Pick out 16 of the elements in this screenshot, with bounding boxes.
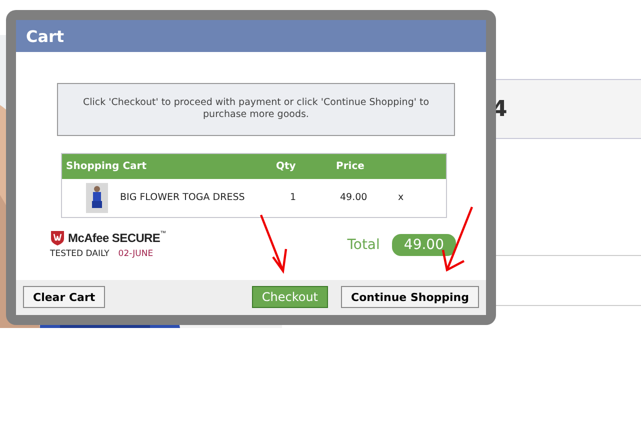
- info-message: Click 'Checkout' to proceed with payment or click 'Continue Shopping' to purchase more goods.: [57, 83, 455, 136]
- column-header: Shopping Cart: [65, 160, 148, 172]
- tested-date: 02-JUNE: [118, 248, 154, 259]
- cart-button[interactable]: Clear Cart: [23, 286, 106, 308]
- dialog-title: Cart: [16, 20, 486, 52]
- quantity-cell-text: 1: [289, 192, 298, 204]
- product-name: BIG FLOWER TOGA DRESS: [119, 192, 246, 204]
- shield-icon: [50, 230, 65, 246]
- remove-link[interactable]: x: [392, 192, 446, 204]
- price-cell-text: 49.00: [339, 192, 368, 204]
- cart-button[interactable]: Continue Shopping: [341, 286, 479, 308]
- column-header: Qty: [275, 160, 297, 172]
- total-amount: 49.00: [392, 234, 456, 256]
- column-header: Price: [335, 160, 366, 172]
- tested-label: TESTED DAILY: [50, 248, 110, 259]
- total-label: Total: [347, 236, 380, 253]
